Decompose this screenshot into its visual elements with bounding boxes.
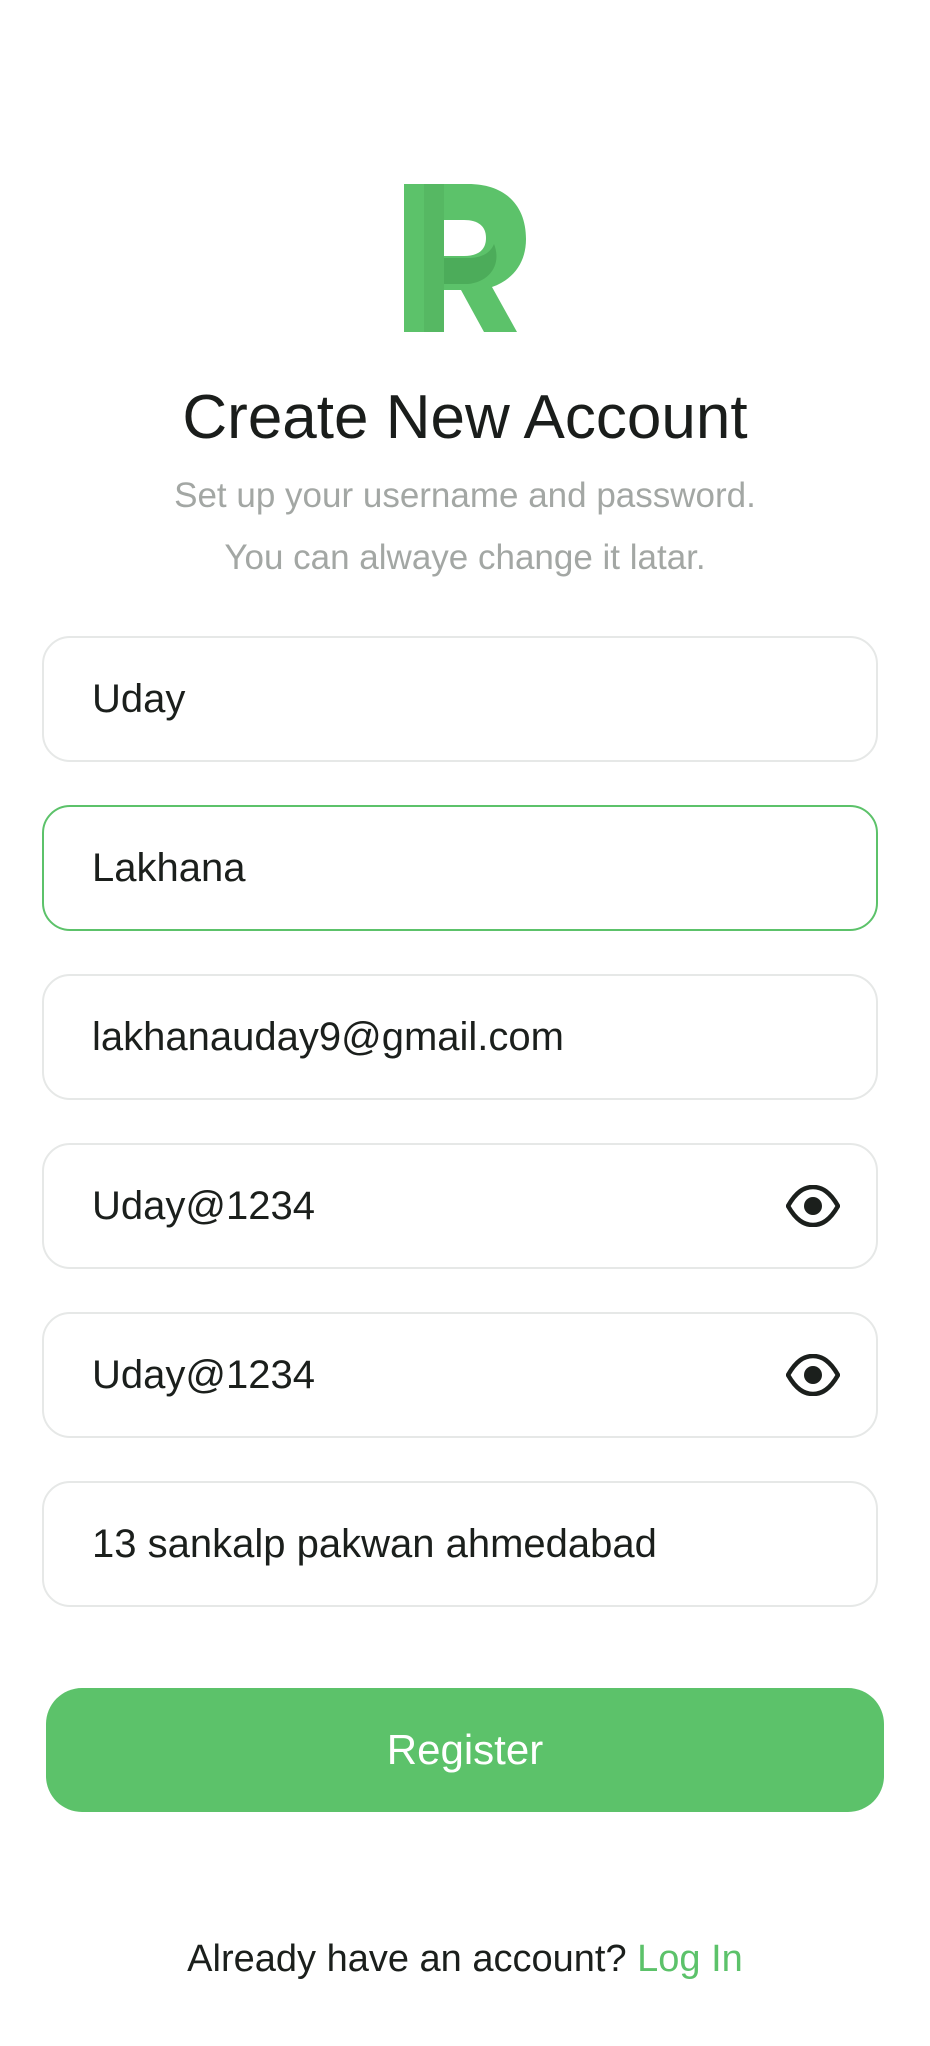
eye-icon[interactable]: [786, 1185, 840, 1227]
first-name-field[interactable]: Uday: [42, 636, 878, 762]
login-prompt-text: Already have an account?: [187, 1938, 627, 1980]
password-field[interactable]: Uday@1234: [42, 1143, 878, 1269]
last-name-value: Lakhana: [92, 846, 246, 890]
password-value: Uday@1234: [92, 1184, 315, 1228]
page-title: Create New Account: [182, 383, 748, 452]
login-prompt: Already have an account? Log In: [0, 1934, 930, 1984]
email-field[interactable]: lakhanauday9@gmail.com: [42, 974, 878, 1100]
subtitle-line-1: Set up your username and password.: [174, 476, 756, 515]
email-value: lakhanauday9@gmail.com: [92, 1015, 564, 1059]
last-name-field[interactable]: Lakhana: [42, 805, 878, 931]
address-field[interactable]: 13 sankalp pakwan ahmedabad: [42, 1481, 878, 1607]
login-link[interactable]: Log In: [637, 1938, 743, 1980]
register-button[interactable]: Register: [46, 1688, 884, 1812]
confirm-password-value: Uday@1234: [92, 1353, 315, 1397]
confirm-password-field[interactable]: Uday@1234: [42, 1312, 878, 1438]
first-name-value: Uday: [92, 677, 186, 721]
r-logo-icon: [404, 184, 526, 332]
subtitle-line-2: You can alwaye change it latar.: [224, 538, 706, 577]
eye-icon[interactable]: [786, 1354, 840, 1396]
address-value: 13 sankalp pakwan ahmedabad: [92, 1522, 657, 1566]
